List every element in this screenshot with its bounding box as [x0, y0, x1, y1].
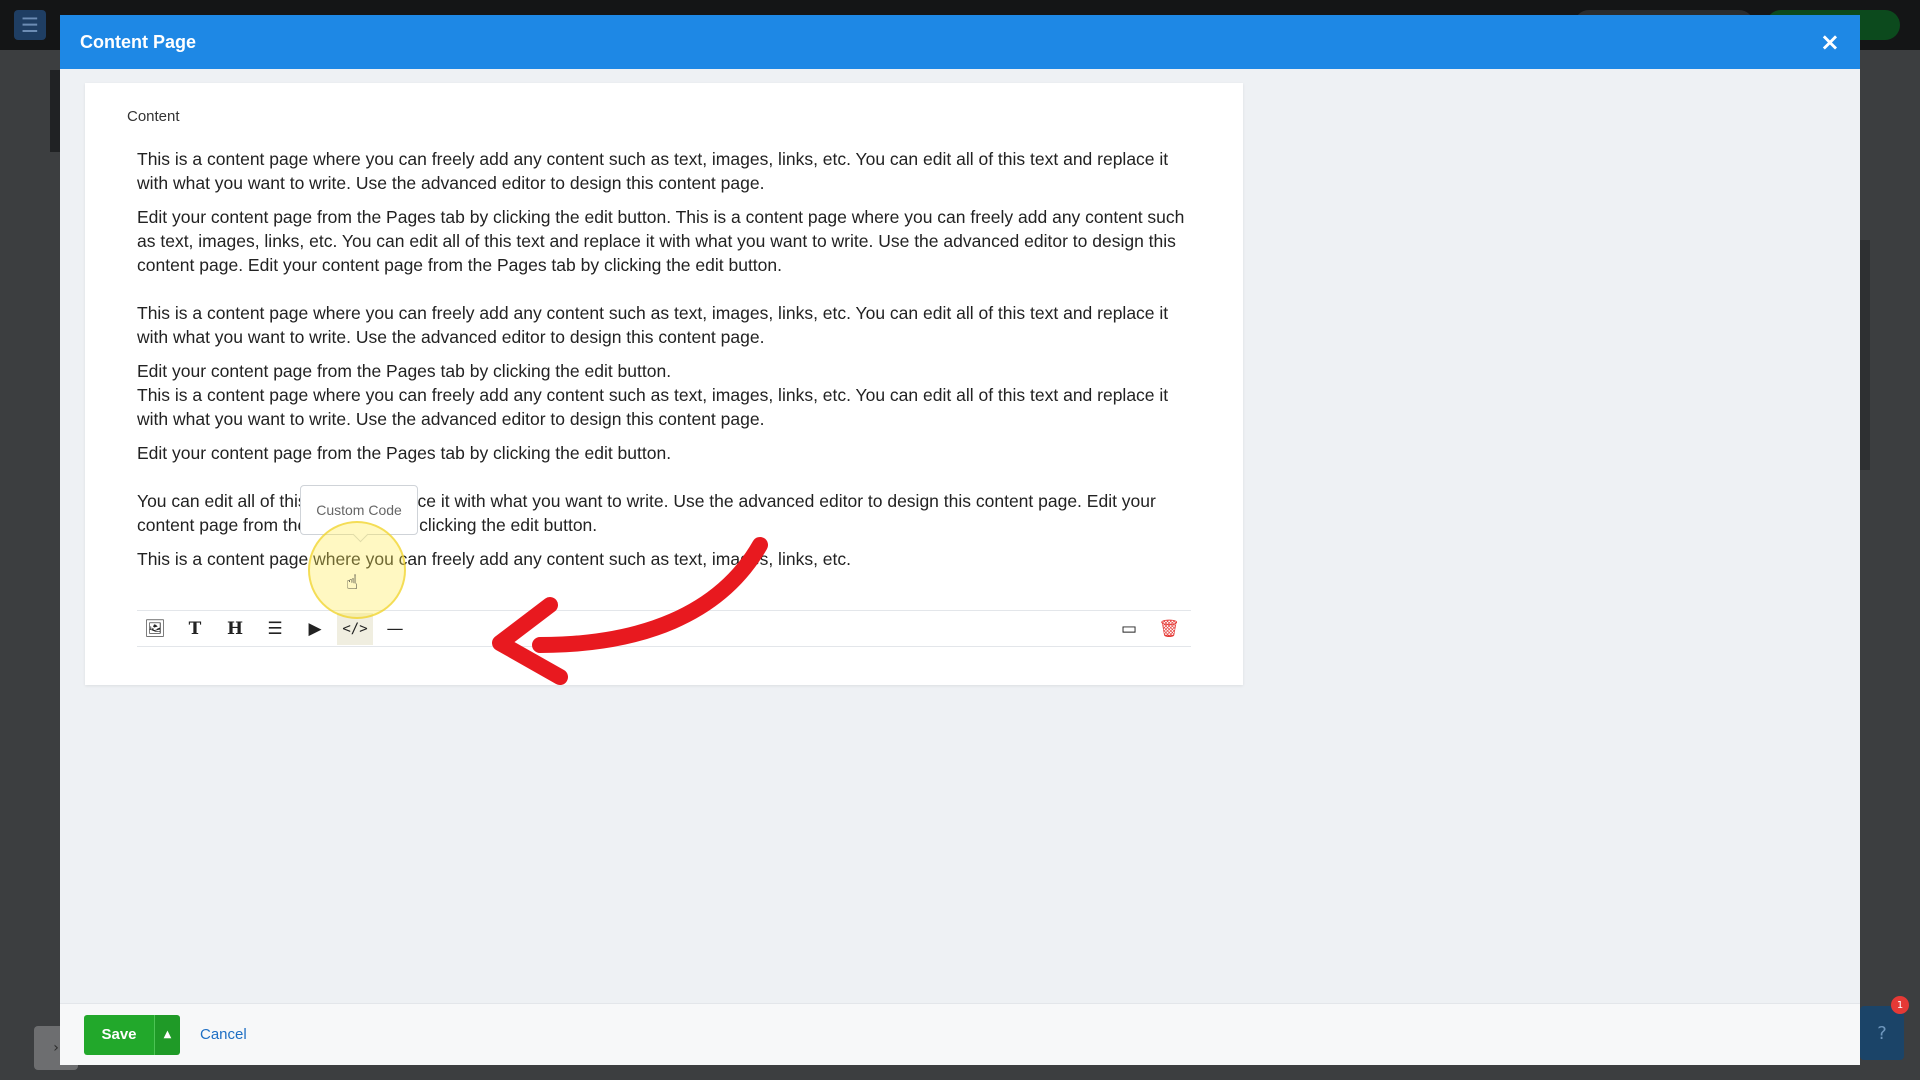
content-paragraph[interactable]: Edit your content page from the Pages ta… [137, 205, 1203, 277]
content-page-modal: Content Page × Content This is a content… [60, 15, 1860, 1065]
notification-badge: 1 [1891, 996, 1909, 1014]
list-icon[interactable]: ☰ [257, 613, 293, 645]
modal-footer: Save ▲ Cancel [60, 1003, 1860, 1065]
video-icon[interactable]: ▶ [297, 613, 333, 645]
content-paragraph[interactable]: This is a content page where you can fre… [137, 547, 1203, 571]
content-paragraph[interactable]: You can edit all of this text and replac… [137, 489, 1203, 537]
text-icon[interactable]: T [177, 613, 213, 645]
editor-toolbar: 🖼 T H ☰ ▶ </> — ▭ 🗑 [137, 610, 1191, 647]
modal-header: Content Page × [60, 15, 1860, 69]
menu-icon: ☰ [14, 10, 46, 40]
content-paragraph[interactable]: Edit your content page from the Pages ta… [137, 359, 1203, 383]
divider-icon[interactable]: — [377, 613, 413, 645]
save-options-caret-icon[interactable]: ▲ [154, 1014, 180, 1055]
responsive-icon[interactable]: ▭ [1111, 613, 1147, 645]
heading-icon[interactable]: H [217, 613, 253, 645]
content-editor-card: Content This is a content page where you… [85, 83, 1243, 685]
content-paragraph[interactable]: This is a content page where you can fre… [137, 301, 1203, 349]
save-button-group: Save ▲ [84, 1014, 180, 1055]
trash-icon[interactable]: 🗑 [1151, 613, 1187, 645]
content-paragraph[interactable]: This is a content page where you can fre… [137, 147, 1203, 195]
custom-code-icon[interactable]: </> [337, 612, 373, 645]
help-button[interactable]: ? [1860, 1006, 1904, 1060]
content-field-label: Content [127, 108, 180, 125]
custom-code-tooltip: Custom Code [300, 485, 418, 535]
close-icon[interactable]: × [1820, 28, 1840, 56]
save-button[interactable]: Save [84, 1014, 154, 1055]
toolbar-right-group: ▭ 🗑 [1111, 613, 1191, 645]
content-editor[interactable]: This is a content page where you can fre… [137, 147, 1203, 581]
image-icon[interactable]: 🖼 [137, 613, 173, 645]
cancel-button[interactable]: Cancel [200, 1026, 247, 1043]
modal-title: Content Page [80, 31, 197, 52]
content-paragraph[interactable]: Edit your content page from the Pages ta… [137, 441, 1203, 465]
content-paragraph[interactable]: This is a content page where you can fre… [137, 383, 1203, 431]
